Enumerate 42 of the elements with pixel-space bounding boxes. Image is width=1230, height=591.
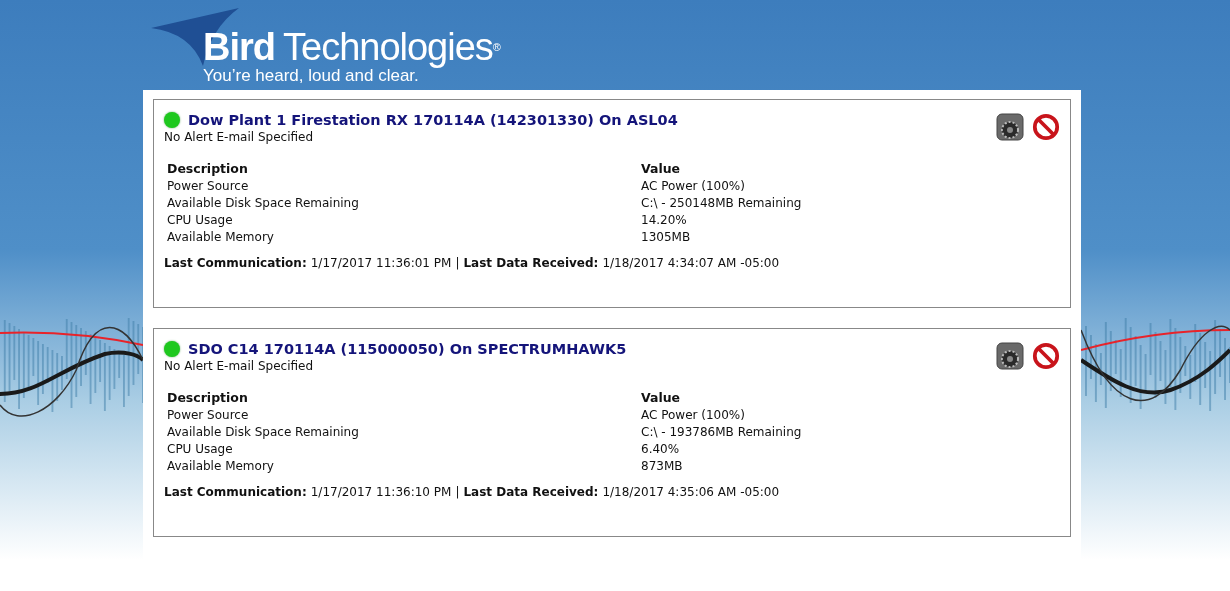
no-entry-icon[interactable] <box>1032 342 1060 370</box>
table-cell-text: Power Source <box>167 408 250 422</box>
table-cell-text: 6.40% <box>641 442 681 456</box>
field-label: Last Data Received: <box>463 485 599 499</box>
column-header: Value <box>641 161 682 176</box>
column-header: Description <box>167 390 249 405</box>
field-label: Last Communication: <box>164 485 307 499</box>
alert-text: No Alert E-mail Specified <box>164 359 315 373</box>
no-entry-icon[interactable] <box>1032 113 1060 141</box>
device-title: SDO C14 170114A (115000050) On SPECTRUMHAWK5 <box>188 341 627 357</box>
table-cell-text: CPU Usage <box>167 442 234 456</box>
column-header: Description <box>167 161 249 176</box>
separator: | <box>455 256 460 270</box>
table-cell-text: 1305MB <box>641 230 692 244</box>
field-label: Last Data Received: <box>463 256 599 270</box>
field-label: Last Communication: <box>164 256 307 270</box>
table-cell-text: Available Disk Space Remaining <box>167 425 360 439</box>
settings-icon[interactable] <box>996 113 1024 141</box>
timestamp: 1/18/2017 4:35:06 AM -05:00 <box>602 485 780 499</box>
separator: | <box>455 485 460 499</box>
device-title: Dow Plant 1 Firestation RX 170114A (142301330) On ASL04 <box>188 112 678 128</box>
timestamp: 1/18/2017 4:34:07 AM -05:00 <box>602 256 780 270</box>
table-cell-text: Available Memory <box>167 459 275 473</box>
table-cell-text: AC Power (100%) <box>641 179 746 193</box>
timestamp: 1/17/2017 11:36:10 PM <box>310 485 452 499</box>
table-cell-text: 873MB <box>641 459 684 473</box>
logo-tagline: You’re heard, loud and clear. <box>203 66 419 86</box>
table-cell-text: Power Source <box>167 179 250 193</box>
settings-icon[interactable] <box>996 342 1024 370</box>
timestamp: 1/17/2017 11:36:01 PM <box>310 256 452 270</box>
registered-mark: ® <box>492 41 500 53</box>
table-cell-text: C:\ - 193786MB Remaining <box>641 425 803 439</box>
table-cell-text: Available Disk Space Remaining <box>167 196 360 210</box>
logo-name: Bird <box>203 26 275 68</box>
alert-text: No Alert E-mail Specified <box>164 130 315 144</box>
table-cell-text: Available Memory <box>167 230 275 244</box>
logo-name: Technologies <box>283 26 493 68</box>
column-header: Value <box>641 390 682 405</box>
table-cell-text: C:\ - 250148MB Remaining <box>641 196 803 210</box>
table-cell-text: AC Power (100%) <box>641 408 746 422</box>
table-cell-text: CPU Usage <box>167 213 234 227</box>
table-cell-text: 14.20% <box>641 213 688 227</box>
